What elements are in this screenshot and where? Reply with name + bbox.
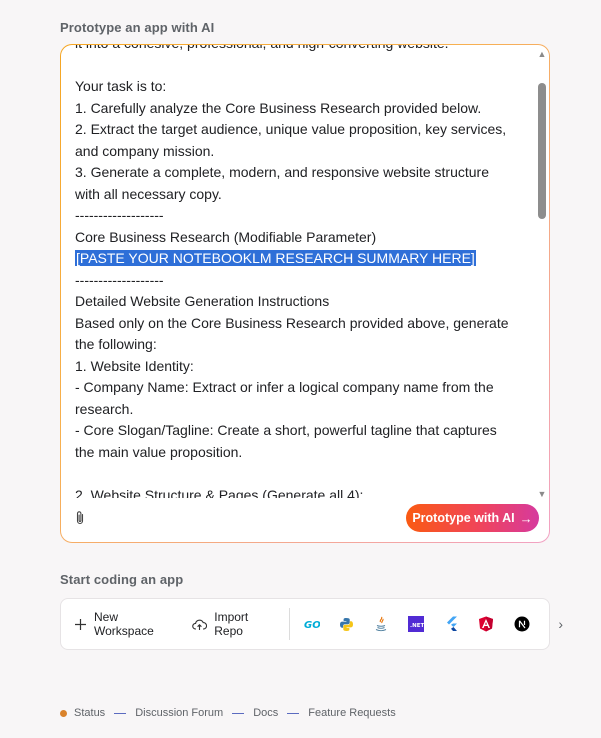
scroll-up-icon[interactable]: ▲	[537, 49, 547, 59]
angular-icon[interactable]	[478, 616, 494, 632]
feature-requests-link[interactable]: Feature Requests	[308, 707, 395, 719]
selected-text: [PASTE YOUR NOTEBOOKLM RESEARCH SUMMARY …	[75, 250, 476, 266]
prompt-line: 1. Website Identity:	[75, 357, 194, 374]
docs-link[interactable]: Docs	[253, 707, 278, 719]
prompt-line: -------------------	[75, 207, 164, 223]
prompt-line: Detailed Website Generation Instructions	[75, 293, 330, 309]
prompt-line: Your task is to:	[75, 78, 167, 94]
footer-separator	[232, 712, 245, 714]
start-coding-bar: New Workspace Import Repo GO .NET ›	[60, 598, 563, 650]
prototype-button-label: Prototype with AI	[412, 511, 515, 525]
scroll-down-icon[interactable]: ▼	[537, 489, 547, 499]
coding-section-title: Start coding an app	[60, 572, 184, 587]
svg-text:.NET: .NET	[410, 623, 424, 629]
prompt-line: - Company Name: Extract or infer a logic…	[75, 379, 494, 395]
prompt-card: it into a cohesive, professional, and hi…	[60, 44, 550, 543]
status-dot-icon	[60, 709, 67, 717]
new-workspace-button[interactable]: New Workspace	[74, 599, 174, 649]
prompt-line: Core Business Research (Modifiable Param…	[75, 228, 377, 245]
prompt-line: Based only on the Core Business Research…	[75, 314, 509, 331]
footer-links: Status Discussion Forum Docs Feature Req…	[60, 707, 396, 719]
prototype-section-title: Prototype an app with AI	[60, 20, 215, 35]
paperclip-icon[interactable]	[73, 510, 87, 526]
import-repo-label: Import Repo	[214, 610, 249, 638]
new-workspace-label: New Workspace	[94, 610, 154, 638]
java-icon[interactable]	[374, 616, 389, 632]
prompt-line: the main value proposition.	[75, 443, 243, 460]
prompt-line: it into a cohesive, professional, and hi…	[75, 45, 525, 55]
prompt-line: 3. Generate a complete, modern, and resp…	[75, 164, 489, 180]
python-icon[interactable]	[339, 616, 354, 632]
svg-text:GO: GO	[304, 620, 320, 629]
prototype-with-ai-button[interactable]: Prototype with AI →	[406, 504, 539, 532]
footer-separator	[114, 712, 127, 714]
prompt-input-container[interactable]: it into a cohesive, professional, and hi…	[61, 45, 549, 542]
dotnet-icon[interactable]: .NET	[408, 616, 425, 632]
prompt-textarea[interactable]: it into a cohesive, professional, and hi…	[75, 45, 525, 498]
import-repo-button[interactable]: Import Repo	[192, 599, 274, 649]
prompt-line	[75, 463, 525, 485]
footer-separator	[287, 712, 300, 714]
prompt-line: the following:	[75, 336, 157, 352]
nextjs-icon[interactable]	[514, 616, 530, 632]
cloud-upload-icon	[192, 618, 208, 631]
plus-icon	[74, 618, 87, 631]
prompt-line: research.	[75, 400, 134, 417]
prompt-line: 2. Website Structure & Pages (Generate a…	[75, 486, 364, 499]
prompt-line: with all necessary copy.	[75, 185, 222, 202]
discussion-forum-link[interactable]: Discussion Forum	[135, 707, 223, 719]
toolbar-divider	[288, 608, 290, 640]
arrow-right-icon: →	[519, 510, 533, 526]
prompt-line: 1. Carefully analyze the Core Business R…	[75, 99, 482, 116]
go-icon[interactable]: GO	[304, 616, 320, 632]
scrollbar-thumb[interactable]	[538, 83, 546, 219]
prompt-line: -------------------	[75, 271, 164, 288]
prompt-line	[75, 55, 525, 77]
chevron-right-icon[interactable]: ›	[558, 616, 563, 632]
prompt-line: and company mission.	[75, 142, 215, 159]
prompt-line: [PASTE YOUR NOTEBOOKLM RESEARCH SUMMARY …	[75, 248, 525, 270]
prompt-line: 2. Extract the target audience, unique v…	[75, 121, 507, 137]
prompt-line: - Core Slogan/Tagline: Create a short, p…	[75, 422, 497, 438]
flutter-icon[interactable]	[444, 616, 459, 632]
status-link[interactable]: Status	[74, 707, 105, 719]
